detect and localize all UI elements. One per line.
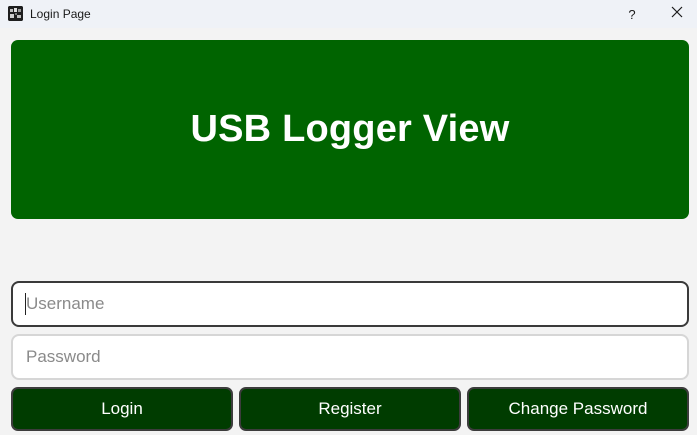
window-title: Login Page bbox=[30, 7, 91, 21]
banner-title: USB Logger View bbox=[190, 108, 510, 150]
help-button[interactable]: ? bbox=[610, 0, 654, 28]
close-button[interactable] bbox=[655, 0, 697, 28]
app-banner: USB Logger View bbox=[11, 40, 689, 219]
change-password-button[interactable]: Change Password bbox=[467, 387, 689, 431]
password-input[interactable] bbox=[11, 334, 689, 380]
register-button[interactable]: Register bbox=[239, 387, 461, 431]
username-input[interactable] bbox=[11, 281, 689, 327]
login-button[interactable]: Login bbox=[11, 387, 233, 431]
close-icon bbox=[671, 5, 683, 23]
title-bar: Login Page ? bbox=[0, 0, 697, 28]
app-logo-icon bbox=[8, 6, 23, 21]
